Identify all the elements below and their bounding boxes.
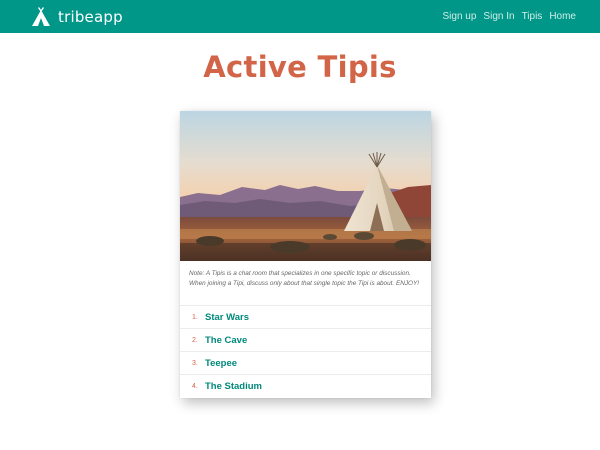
brand-name: tribeapp bbox=[58, 7, 123, 26]
tipi-item-the-stadium[interactable]: 4. The Stadium bbox=[180, 375, 431, 398]
nav-link-sign-up[interactable]: Sign up bbox=[443, 11, 477, 22]
nav-link-sign-in[interactable]: Sign In bbox=[483, 11, 514, 22]
tipi-item-star-wars[interactable]: 1. Star Wars bbox=[180, 306, 431, 329]
list-number: 1. bbox=[192, 313, 198, 321]
tipi-link[interactable]: Teepee bbox=[205, 358, 237, 369]
nav-links: Sign up Sign In Tipis Home bbox=[436, 0, 577, 33]
tipi-item-the-cave[interactable]: 2. The Cave bbox=[180, 329, 431, 352]
tipi-list: 1. Star Wars 2. The Cave 3. Teepee 4. Th… bbox=[180, 306, 431, 398]
tipi-item-teepee[interactable]: 3. Teepee bbox=[180, 352, 431, 375]
navbar: tribeapp Sign up Sign In Tipis Home bbox=[0, 0, 600, 33]
tipi-link[interactable]: The Stadium bbox=[205, 381, 262, 392]
brand-logo-link[interactable]: tribeapp bbox=[31, 6, 123, 27]
list-number: 3. bbox=[192, 359, 198, 367]
list-number: 4. bbox=[192, 383, 198, 390]
nav-link-tipis[interactable]: Tipis bbox=[522, 11, 543, 22]
tipis-card: Note: A Tipis is a chat room that specia… bbox=[180, 111, 431, 398]
tipi-note: Note: A Tipis is a chat room that specia… bbox=[180, 261, 431, 306]
tipi-link[interactable]: The Cave bbox=[205, 335, 247, 346]
list-number: 2. bbox=[192, 336, 198, 344]
tipi-photo bbox=[180, 111, 431, 261]
nav-link-home[interactable]: Home bbox=[549, 11, 576, 22]
tipi-link[interactable]: Star Wars bbox=[205, 312, 249, 323]
tipi-icon bbox=[32, 6, 50, 26]
page-title: Active Tipis bbox=[203, 50, 397, 84]
